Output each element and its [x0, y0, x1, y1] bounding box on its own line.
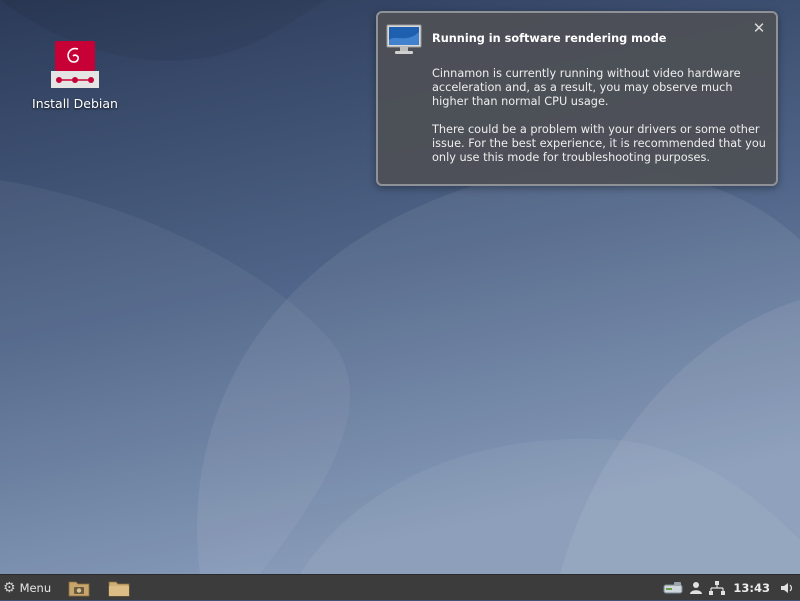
- menu-button[interactable]: ⚙ Menu: [0, 575, 57, 601]
- removable-drive-icon[interactable]: [663, 575, 683, 601]
- desktop-icon-install-debian[interactable]: Install Debian: [28, 40, 122, 111]
- network-icon[interactable]: [709, 575, 726, 601]
- folder-icon[interactable]: [107, 575, 131, 601]
- notification-body: Cinnamon is currently running without vi…: [432, 67, 772, 179]
- close-icon[interactable]: ✕: [751, 20, 767, 36]
- menu-label: Menu: [19, 580, 52, 595]
- gear-icon: ⚙: [3, 579, 16, 596]
- monitor-icon: [386, 24, 422, 56]
- system-tray: 13:43: [657, 575, 800, 601]
- notification-title: Running in software rendering mode: [432, 32, 667, 45]
- user-icon[interactable]: [689, 575, 703, 601]
- notification-paragraph: Cinnamon is currently running without vi…: [432, 67, 741, 108]
- desktop-icon-label: Install Debian: [32, 96, 118, 111]
- panel-clock[interactable]: 13:43: [733, 581, 770, 595]
- file-manager-camera-icon[interactable]: [67, 575, 91, 601]
- notification-paragraph: There could be a problem with your drive…: [432, 123, 766, 164]
- debian-installer-icon: [50, 40, 100, 92]
- bottom-panel: ⚙ Menu 13:43: [0, 574, 800, 600]
- volume-icon[interactable]: [780, 575, 794, 601]
- notification-popup[interactable]: Running in software rendering mode Cinna…: [376, 11, 778, 186]
